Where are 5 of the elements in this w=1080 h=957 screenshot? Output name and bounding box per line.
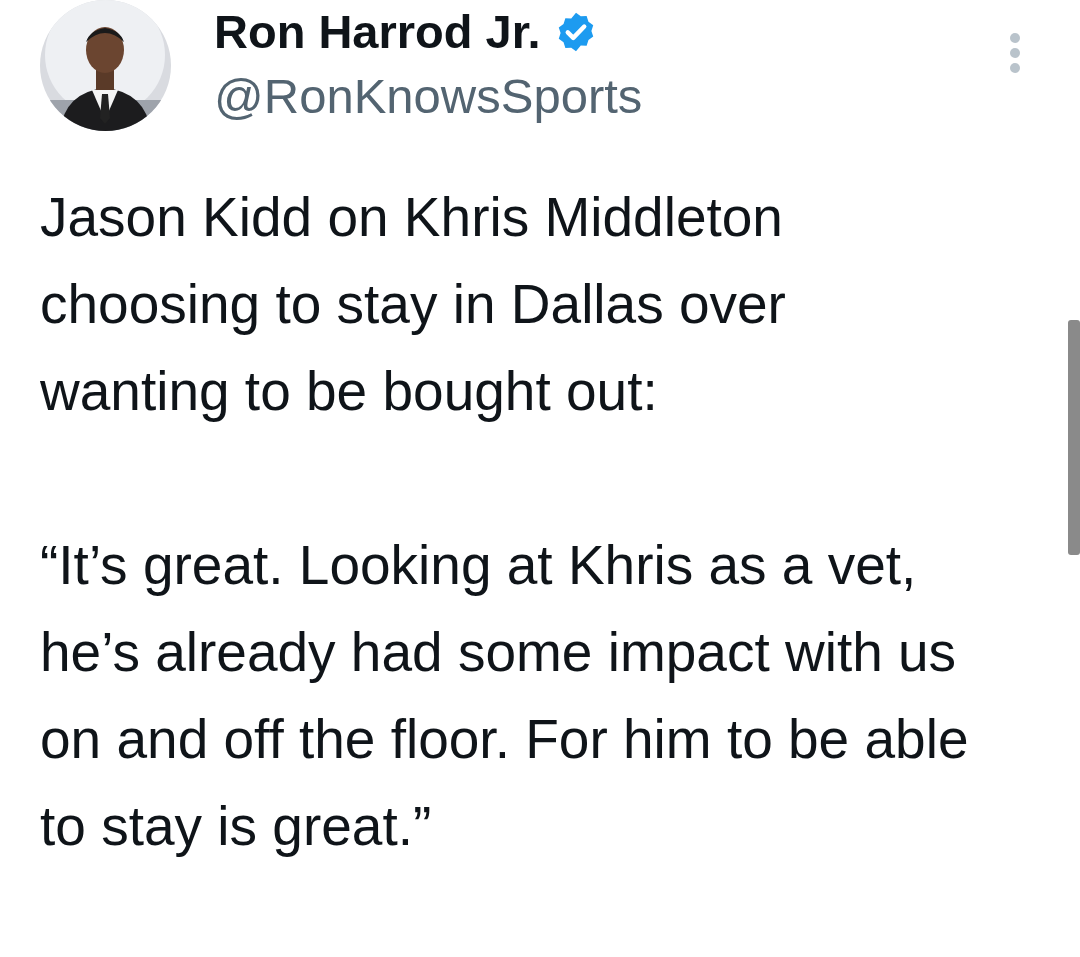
tweet-text: “It’s great. Looking at Khris as a vet, he’s already had some impact with us on and off the floor. For him to be able to stay is great.” [40, 533, 970, 859]
tweet-text: Jason Kidd on Khris Middleton choosing to stay in Dallas over wanting to be bought out: [40, 185, 787, 424]
scrollbar[interactable] [1068, 320, 1080, 555]
author-name[interactable]: Ron Harrod Jr. [214, 4, 541, 60]
author-handle[interactable]: @RonKnowsSports [214, 66, 643, 126]
